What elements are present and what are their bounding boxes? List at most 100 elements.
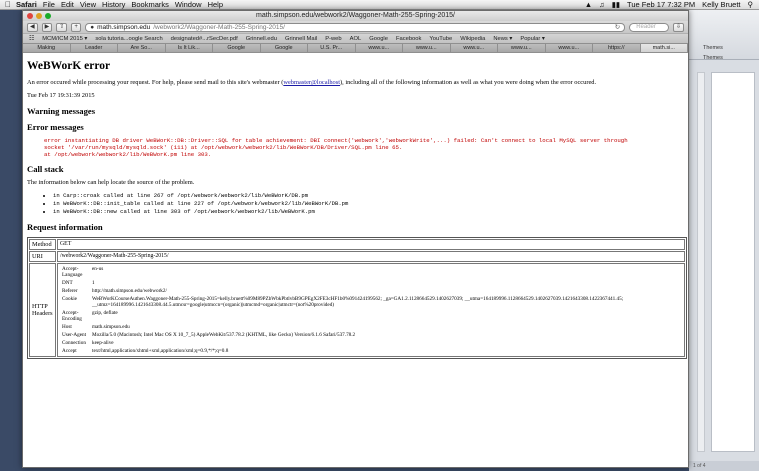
uri-value: /webwork2/Waggoner-Math-255-Spring-2015/ <box>57 251 685 262</box>
header-key: Accept <box>62 348 77 354</box>
header-row: Accept-Language en-us <box>60 265 682 279</box>
address-bar[interactable]: ● math.simpson.edu/webwork2/Waggoner-Mat… <box>85 22 626 32</box>
window-titlebar: math.simpson.edu/webwork2/Waggoner-Math-… <box>23 11 688 21</box>
bookmark-item[interactable]: Grinnell.edu <box>246 36 277 42</box>
bookmark-item[interactable]: Facebook <box>396 36 421 42</box>
tab[interactable]: https:// <box>593 44 641 52</box>
user-name[interactable]: Kelly Bruett <box>702 0 740 9</box>
header-row: Accept text/html,application/xhtml+xml,ap… <box>60 347 682 355</box>
tab[interactable]: Making <box>23 44 71 52</box>
intro-paragraph: An error occured while processing your r… <box>27 79 686 87</box>
bookmark-item[interactable]: designated#...rSecDer.pdf <box>171 36 238 42</box>
bookmark-item[interactable]: Grinnell Mail <box>285 36 317 42</box>
clock[interactable]: Tue Feb 17 7:32 PM <box>627 0 695 9</box>
tab-bar: Making Leader Are So... Is It Lik... Goo… <box>23 43 688 53</box>
tab[interactable]: Leader <box>70 44 118 52</box>
header-value: Mozilla/5.0 (Macintosh; Intel Mac OS X 1… <box>92 332 356 338</box>
menu-file[interactable]: File <box>43 0 61 9</box>
header-value: keep-alive <box>92 340 114 346</box>
tab[interactable]: Google <box>260 44 308 52</box>
reader-button[interactable]: Reader <box>629 22 669 32</box>
menu-edit[interactable]: Edit <box>61 0 80 9</box>
bookmark-item[interactable]: Wikipedia <box>460 36 485 42</box>
webmaster-email-link[interactable]: webmaster@localhost <box>283 79 340 86</box>
header-value: gzip, deflate <box>92 310 118 316</box>
bookmark-item[interactable]: sola tutoria...oogle Search <box>95 36 162 42</box>
safari-window: math.simpson.edu/webwork2/Waggoner-Math-… <box>22 10 689 468</box>
error-heading: Error messages <box>27 122 84 132</box>
bookmark-item[interactable]: Popular ▾ <box>520 36 545 42</box>
menu-window[interactable]: Window <box>175 0 208 9</box>
tab[interactable]: www.u... <box>403 44 451 52</box>
header-row: Host math.simpson.edu <box>60 323 682 331</box>
header-value: http://math.simpson.edu/webwork2/ <box>92 288 167 294</box>
site-icon: ● <box>90 23 95 31</box>
bookmark-item[interactable]: Google <box>369 36 388 42</box>
menubar:  Safari File Edit View History Bookmark… <box>0 0 759 10</box>
header-row: User-Agent Mozilla/5.0 (Macintosh; Intel … <box>60 331 682 339</box>
menu-view[interactable]: View <box>80 0 102 9</box>
close-icon[interactable] <box>27 13 33 19</box>
tab[interactable]: www.u... <box>450 44 498 52</box>
bookmark-item[interactable]: YouTube <box>429 36 452 42</box>
battery-icon[interactable]: ▮▮ <box>612 0 620 9</box>
address-path: /webwork2/Waggoner-Math-255-Spring-2015/ <box>153 23 285 31</box>
tab[interactable]: www.u... <box>498 44 546 52</box>
header-key: User-Agent <box>62 332 87 338</box>
tab[interactable]: www.u... <box>355 44 403 52</box>
tab-active[interactable]: math.si... <box>640 44 688 52</box>
window-title: math.simpson.edu/webwork2/Waggoner-Math-… <box>256 12 455 19</box>
forward-icon[interactable]: ▶ <box>41 22 53 32</box>
minimize-icon[interactable] <box>36 13 42 19</box>
intro-text-before: An error occured while processing your r… <box>27 79 284 86</box>
new-tab-icon[interactable]: + <box>71 22 82 32</box>
spotlight-icon[interactable]: ⚲ <box>748 0 754 9</box>
header-value: text/html,application/xhtml+xml,applicat… <box>92 348 229 354</box>
menu-help[interactable]: Help <box>208 0 229 9</box>
address-host: math.simpson.edu <box>97 23 151 31</box>
wifi-icon[interactable]: ▲ <box>585 0 592 9</box>
reload-icon[interactable]: ↻ <box>615 24 624 31</box>
header-key: Cookie <box>62 296 77 302</box>
callstack-item: in Carp::croak called at line 267 of /op… <box>53 192 686 200</box>
callstack-intro: The information below can help locate th… <box>27 179 195 186</box>
page-title: WeBWorK error <box>27 60 111 72</box>
header-row: Referer http://math.simpson.edu/webwork2/ <box>60 287 682 295</box>
header-row: Accept-Encoding gzip, deflate <box>60 309 682 323</box>
back-icon[interactable]: ◀ <box>27 22 38 32</box>
error-message: error instantiating DB driver WeBWorK::D… <box>44 137 628 158</box>
menu-bookmarks[interactable]: Bookmarks <box>131 0 175 9</box>
bookmarks-bar: ☷ MCM/ICM 2015 ▾ sola tutoria...oogle Se… <box>23 33 688 43</box>
menu-app[interactable]: Safari <box>16 0 43 9</box>
request-table: Method GET URI /webwork2/Waggoner-Math-2… <box>27 237 687 359</box>
callstack-item: in WeBWorK::DB::new called at line 303 o… <box>53 208 686 216</box>
bookmark-item[interactable]: News ▾ <box>493 36 512 42</box>
themes-label: Themes <box>703 45 723 51</box>
tab[interactable]: U.S. Pr... <box>308 44 356 52</box>
table-row: HTTP Headers Accept-Language en-us DNT 1 R… <box>29 263 685 357</box>
bookmarks-icon[interactable]: ☷ <box>29 36 34 42</box>
tab[interactable]: Is It Lik... <box>165 44 213 52</box>
bookmark-item[interactable]: P-web <box>325 36 341 42</box>
tab[interactable]: Are So... <box>118 44 166 52</box>
tab[interactable]: Google <box>213 44 261 52</box>
tab[interactable]: www.u... <box>545 44 593 52</box>
background-status: 1 of 4 <box>689 461 759 471</box>
volume-icon[interactable]: ♫ <box>599 0 605 9</box>
share-icon[interactable]: ⇧ <box>56 22 68 32</box>
header-row: Cookie WeBWorKCourseAuthen.Waggoner-Math-… <box>60 295 682 309</box>
background-document-app: Themes Themes 1 of 4 <box>689 10 759 471</box>
background-ribbon: Themes Themes <box>689 10 759 61</box>
bookmark-item[interactable]: MCM/ICM 2015 ▾ <box>42 36 87 42</box>
header-row: Connection keep-alive <box>60 339 682 347</box>
apple-icon[interactable]:  <box>0 0 16 9</box>
bookmark-item[interactable]: AOL <box>350 36 362 42</box>
table-row: URI /webwork2/Waggoner-Math-255-Spring-2… <box>29 251 685 262</box>
request-heading: Request information <box>27 222 103 232</box>
headers-cell: Accept-Language en-us DNT 1 Referer http://… <box>57 263 685 357</box>
zoom-icon[interactable] <box>45 13 51 19</box>
traffic-lights <box>27 13 51 19</box>
downloads-icon[interactable]: ⇩ <box>673 22 684 32</box>
menu-history[interactable]: History <box>102 0 131 9</box>
menubar-status-area: ▲ ♫ ▮▮ Tue Feb 17 7:32 PM Kelly Bruett ⚲ <box>585 0 759 9</box>
